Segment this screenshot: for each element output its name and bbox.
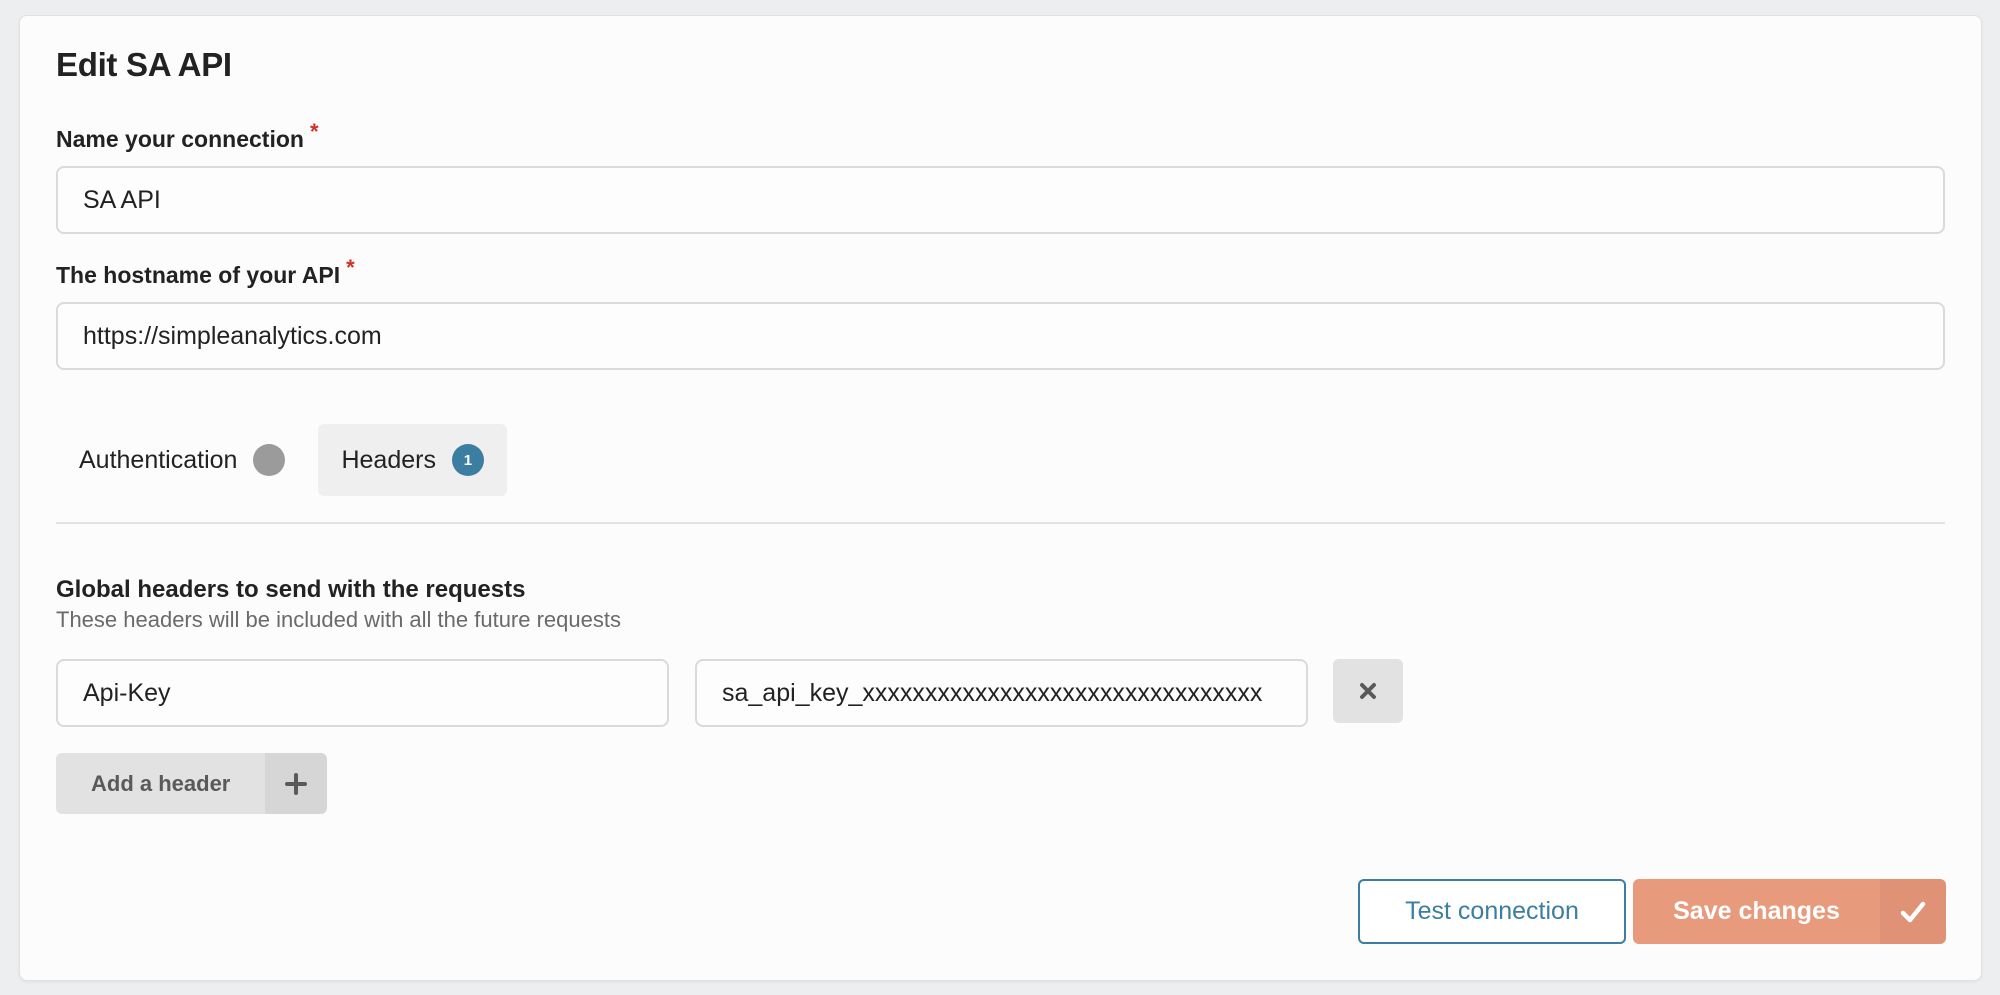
hostname-value: https://simpleanalytics.com xyxy=(83,321,382,350)
header-count-badge: 1 xyxy=(451,444,484,476)
remove-header-button[interactable] xyxy=(1333,659,1403,723)
headers-section-subtitle: These headers will be included with all … xyxy=(56,607,621,632)
tab-bar: Authentication Headers 1 xyxy=(56,424,507,496)
required-marker: * xyxy=(309,119,319,144)
headers-section-title: Global headers to send with the requests xyxy=(56,576,526,603)
tab-authentication[interactable]: Authentication xyxy=(56,424,308,496)
check-icon xyxy=(1900,901,1926,922)
page-title: Edit SA API xyxy=(56,46,232,83)
close-icon xyxy=(1360,683,1376,699)
name-field-label: Name your connection * xyxy=(56,119,319,153)
connection-name-value: SA API xyxy=(83,185,161,214)
tab-authentication-label: Authentication xyxy=(79,445,238,474)
header-key-value: Api-Key xyxy=(83,678,171,707)
save-changes-label: Save changes xyxy=(1633,879,1880,944)
tab-headers[interactable]: Headers 1 xyxy=(318,424,507,496)
tab-headers-label: Headers xyxy=(341,445,436,474)
plus-icon xyxy=(285,772,308,795)
add-header-label: Add a header xyxy=(56,753,266,814)
header-value-input[interactable]: sa_api_key_xxxxxxxxxxxxxxxxxxxxxxxxxxxxx… xyxy=(695,659,1308,727)
status-dot-icon xyxy=(253,444,286,476)
name-field-label-text: Name your connection xyxy=(56,126,304,152)
required-marker: * xyxy=(346,255,355,280)
save-changes-button[interactable]: Save changes xyxy=(1633,879,1946,944)
hostname-input[interactable]: https://simpleanalytics.com xyxy=(56,302,1945,370)
hostname-field-label-text: The hostname of your API xyxy=(56,262,341,288)
hostname-field-label: The hostname of your API * xyxy=(56,255,355,289)
header-key-input[interactable]: Api-Key xyxy=(56,659,669,727)
header-value-value: sa_api_key_xxxxxxxxxxxxxxxxxxxxxxxxxxxxx… xyxy=(722,678,1263,707)
add-header-button[interactable]: Add a header xyxy=(56,753,328,814)
tab-divider xyxy=(56,522,1945,524)
test-connection-button[interactable]: Test connection xyxy=(1358,879,1626,944)
connection-name-input[interactable]: SA API xyxy=(56,166,1945,234)
edit-connection-card: Edit SA API Name your connection * SA API… xyxy=(19,15,1982,981)
